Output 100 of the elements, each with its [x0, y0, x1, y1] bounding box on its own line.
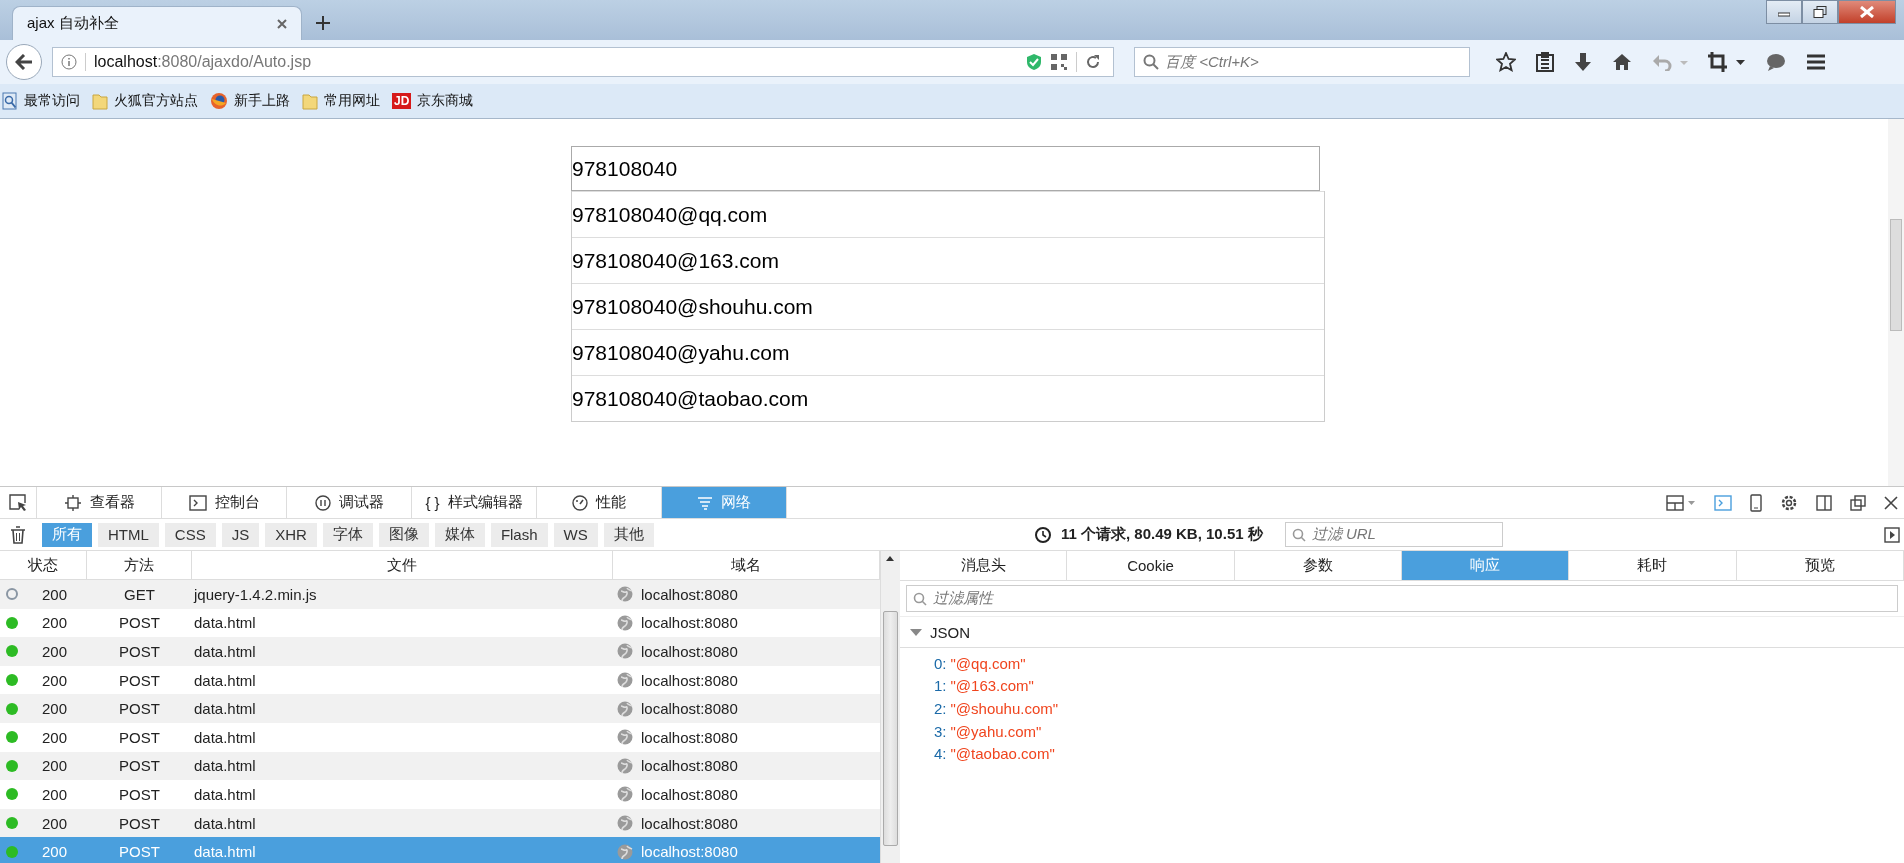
close-icon[interactable] — [277, 18, 287, 29]
restore-button[interactable] — [1802, 0, 1838, 24]
json-key: 2: — [934, 700, 947, 717]
filter-properties-field[interactable]: 过滤属性 — [906, 585, 1898, 612]
json-value: "@yahu.com" — [950, 722, 1042, 740]
filter-url-field[interactable]: 过滤 URL — [1284, 522, 1503, 547]
filter-button[interactable]: CSS — [164, 522, 216, 547]
bookmark-link[interactable]: 最常访问 — [24, 92, 80, 110]
restore-icon — [1813, 6, 1827, 18]
file-name: data.html — [194, 843, 256, 861]
globe-icon — [617, 643, 633, 660]
globe-icon — [617, 786, 633, 803]
console-icon[interactable] — [1714, 494, 1732, 511]
scrollbar[interactable] — [880, 551, 900, 863]
search-icon — [913, 591, 927, 606]
speech-bubble-icon[interactable] — [1766, 53, 1786, 71]
method-text: POST — [119, 700, 160, 718]
detail-tab[interactable]: 耗时 — [1569, 551, 1737, 580]
filter-button[interactable]: JS — [221, 522, 260, 547]
filter-button[interactable]: XHR — [265, 522, 317, 547]
settings-icon[interactable] — [1780, 493, 1798, 512]
method-text: POST — [119, 671, 160, 689]
bookmark-link[interactable]: 京东商城 — [417, 92, 474, 110]
filter-button[interactable]: 其他 — [603, 522, 654, 547]
filter-button[interactable]: WS — [553, 522, 598, 547]
detail-tab[interactable]: 消息头 — [900, 551, 1068, 580]
domain-text: localhost:8080 — [641, 814, 738, 832]
search-icon — [1143, 54, 1159, 70]
bookmark-link[interactable]: 火狐官方站点 — [114, 92, 198, 110]
phone-icon[interactable] — [1750, 493, 1762, 512]
back-button[interactable] — [6, 44, 42, 80]
sidebar-toggle-icon[interactable] — [1884, 526, 1900, 543]
search-field[interactable]: 百度 <Ctrl+K> — [1134, 47, 1470, 77]
status-code: 200 — [42, 814, 68, 832]
pick-element-icon[interactable] — [9, 493, 27, 512]
email-input[interactable]: 978108040 — [571, 146, 1320, 191]
domain-text: localhost:8080 — [641, 585, 738, 603]
close-icon[interactable] — [1884, 495, 1898, 510]
request-row[interactable]: 200 POST data.html localhost:8080 — [0, 637, 880, 666]
bookmark-link[interactable]: 新手上路 — [234, 92, 290, 110]
address-bar[interactable]: localhost:8080/ajaxdo/Auto.jsp — [52, 47, 1114, 77]
download-icon[interactable] — [1574, 52, 1592, 72]
filter-button[interactable]: HTML — [98, 522, 159, 547]
browser-tab[interactable]: ajax 自动补全 — [12, 6, 302, 40]
json-section-header[interactable]: JSON — [900, 616, 1904, 648]
folder-icon — [302, 92, 318, 110]
menu-icon[interactable] — [1806, 53, 1826, 71]
filter-button[interactable]: 字体 — [322, 522, 373, 547]
request-row[interactable]: 200 POST data.html localhost:8080 — [0, 694, 880, 723]
braces-icon: { } — [425, 494, 440, 511]
layout-icon[interactable] — [1666, 494, 1696, 511]
domain-text: localhost:8080 — [641, 843, 738, 861]
suggestion-item[interactable]: 978108040@taobao.com — [572, 375, 1324, 421]
domain-text: localhost:8080 — [641, 757, 738, 775]
suggestion-item[interactable]: 978108040@163.com — [572, 237, 1324, 283]
close-icon — [1860, 6, 1874, 18]
method-text: GET — [124, 585, 155, 603]
popout-icon[interactable] — [1850, 494, 1866, 511]
home-icon[interactable] — [1612, 53, 1632, 71]
plus-icon[interactable] — [316, 16, 330, 30]
clipboard-icon[interactable] — [1536, 52, 1554, 72]
method-text: POST — [119, 728, 160, 746]
globe-icon — [617, 815, 633, 832]
filter-button[interactable]: 图像 — [378, 522, 429, 547]
crop-icon[interactable] — [1708, 52, 1746, 72]
tab-title: ajax 自动补全 — [27, 14, 119, 33]
bookmark-link[interactable]: 常用网址 — [324, 92, 380, 110]
globe-icon — [617, 672, 633, 689]
json-key: 0: — [934, 654, 947, 672]
status-code: 200 — [42, 585, 68, 603]
gauge-icon — [572, 494, 588, 511]
filter-button[interactable]: 媒体 — [434, 522, 485, 547]
close-button[interactable] — [1838, 0, 1896, 24]
suggestion-item[interactable]: 978108040@shouhu.com — [572, 283, 1324, 329]
split-pane-icon[interactable] — [1816, 494, 1832, 511]
file-name: data.html — [194, 757, 256, 775]
reload-icon[interactable] — [1085, 54, 1101, 70]
qr-code-icon[interactable] — [1050, 53, 1068, 71]
filter-button[interactable]: Flash — [490, 522, 548, 547]
detail-tab[interactable]: 预览 — [1736, 551, 1904, 580]
status-code: 200 — [42, 614, 68, 632]
domain-text: localhost:8080 — [641, 785, 738, 803]
clock-icon — [1034, 527, 1051, 544]
request-row[interactable]: 200 POST data.html localhost:8080 — [0, 808, 880, 838]
suggestion-item[interactable]: 978108040@qq.com — [572, 191, 1324, 237]
shield-icon — [1026, 53, 1042, 71]
scrollbar[interactable] — [1888, 119, 1904, 486]
request-row[interactable]: 200 GET jquery-1.4.2.min.js localhost:8080 — [0, 580, 880, 609]
json-value: "@shouhu.com" — [950, 700, 1059, 717]
trash-icon[interactable] — [10, 525, 26, 544]
file-name: data.html — [194, 814, 256, 832]
request-row[interactable]: 200 POST data.html localhost:8080 — [0, 751, 880, 781]
json-value: "@taobao.com" — [950, 745, 1055, 763]
method-text: POST — [119, 643, 160, 660]
star-icon[interactable] — [1496, 52, 1516, 72]
domain-text: localhost:8080 — [641, 728, 738, 746]
suggestion-item[interactable]: 978108040@yahu.com — [572, 329, 1324, 375]
detail-tab[interactable]: Cookie — [1067, 551, 1235, 580]
caret-down-icon — [910, 627, 922, 637]
detail-tab[interactable]: 参数 — [1234, 551, 1402, 580]
